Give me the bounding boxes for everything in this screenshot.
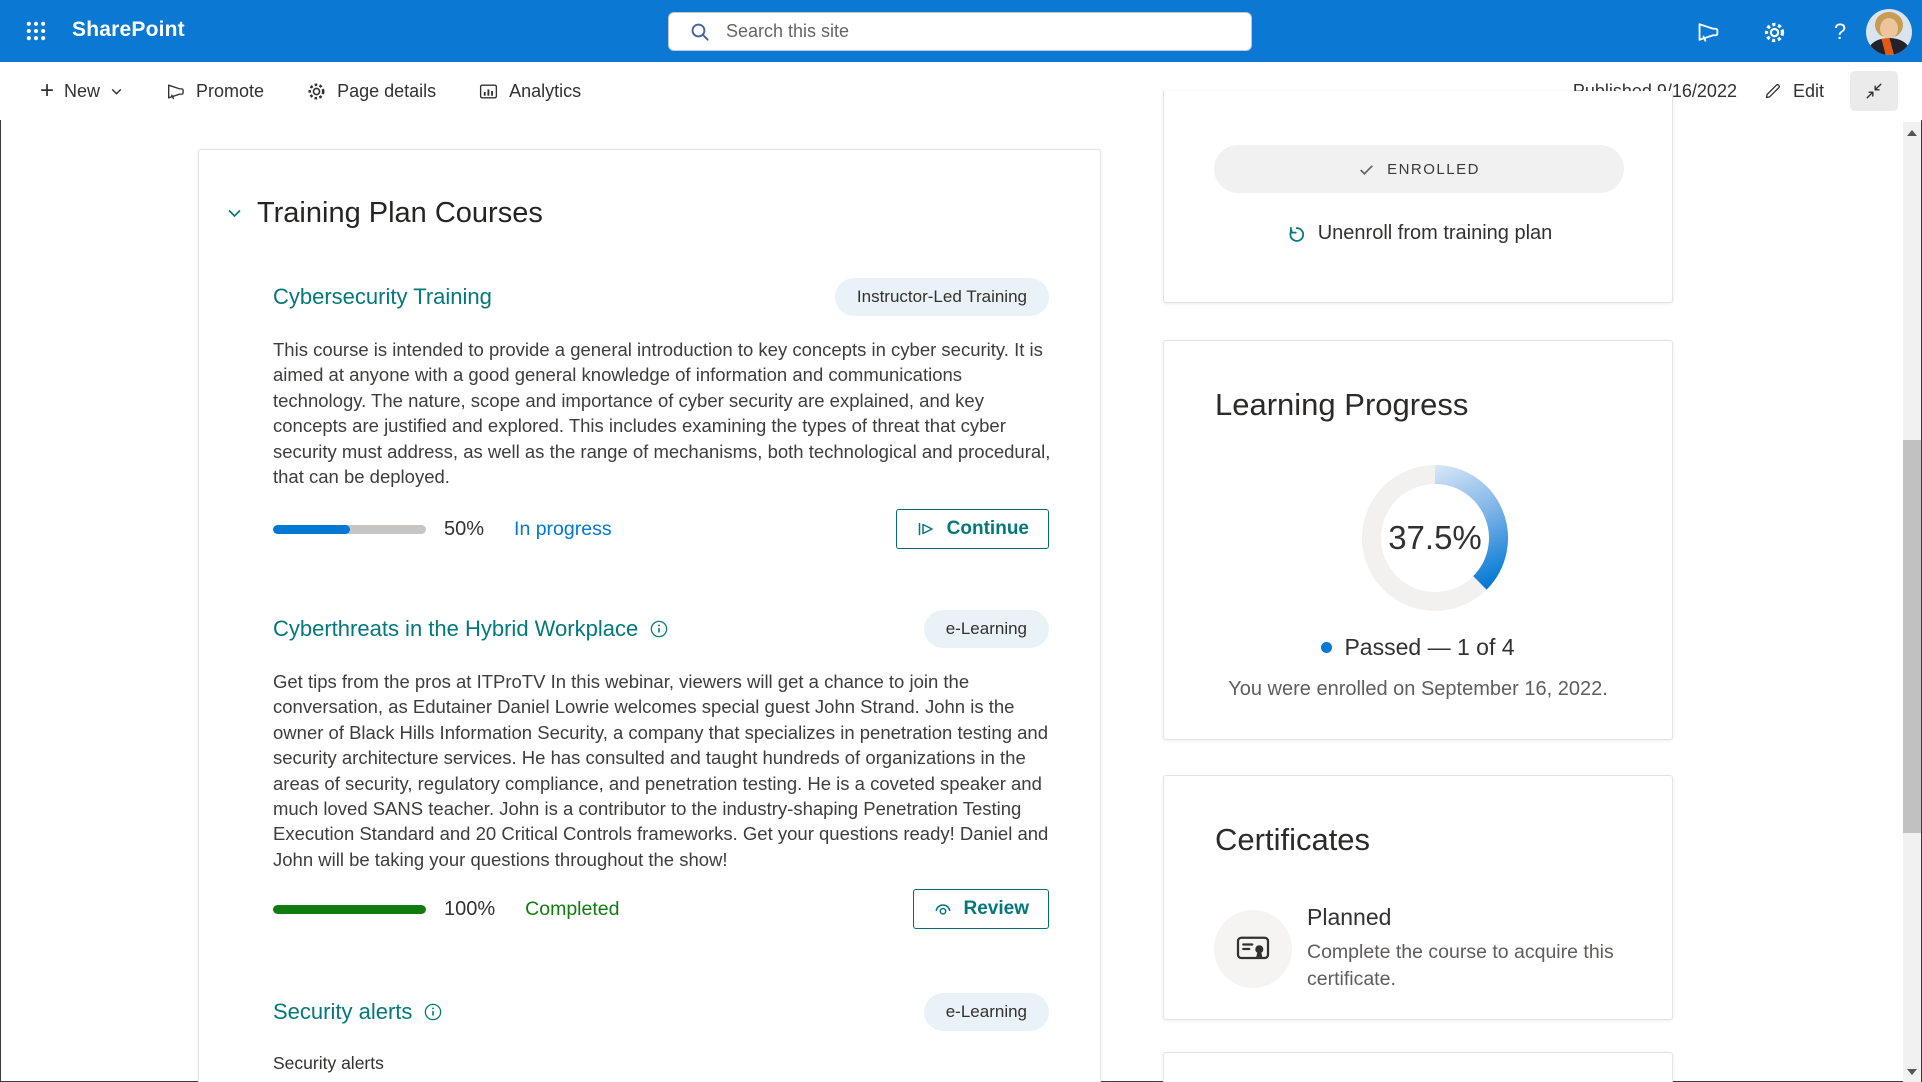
certificate-name: Planned <box>1307 904 1391 931</box>
search-input[interactable] <box>726 21 1237 42</box>
unenroll-link[interactable]: Unenroll from training plan <box>1164 222 1672 245</box>
legend-label: Passed — 1 of 4 <box>1344 634 1514 661</box>
certificate-description: Complete the course to acquire this cert… <box>1307 939 1637 993</box>
progress-percent: 50% <box>444 518 484 541</box>
course-status: In progress <box>514 518 612 541</box>
info-icon[interactable] <box>424 1003 442 1021</box>
vertical-scrollbar[interactable] <box>1903 122 1921 1082</box>
course-status: Completed <box>525 898 619 921</box>
suite-bar: SharePoint ? <box>0 0 1922 62</box>
course-description: This course is intended to provide a gen… <box>273 337 1051 489</box>
sharepoint-page: SharePoint ? <box>0 0 1922 1082</box>
section-chevron-icon[interactable] <box>226 205 243 222</box>
progress-percent: 100% <box>444 898 495 921</box>
progress-legend: Passed — 1 of 4 <box>1164 634 1672 661</box>
course-description: Security alerts <box>273 1053 384 1074</box>
scroll-down-button[interactable] <box>1903 1063 1921 1080</box>
resume-play-icon <box>916 519 936 539</box>
collapse-view-button[interactable] <box>1850 71 1898 111</box>
avatar-face <box>1880 18 1898 39</box>
certificates-card: Certificates Planned Complete the course… <box>1163 775 1673 1020</box>
edit-label: Edit <box>1793 81 1824 102</box>
learning-progress-title: Learning Progress <box>1215 387 1468 423</box>
scrollbar-thumb[interactable] <box>1903 440 1921 833</box>
help-icon[interactable]: ? <box>1827 19 1853 45</box>
course-type-badge: Instructor-Led Training <box>835 278 1049 316</box>
certificate-icon-circle <box>1214 910 1292 988</box>
collapse-arrows-icon <box>1864 81 1884 101</box>
new-label: New <box>64 81 100 102</box>
progress-bar <box>273 905 426 914</box>
course-type-badge: e-Learning <box>924 610 1049 648</box>
course-description: Get tips from the pros at ITProTV In thi… <box>273 669 1051 872</box>
undo-icon <box>1284 223 1306 245</box>
enrolled-label: ENROLLED <box>1387 161 1480 178</box>
progress-bar <box>273 525 426 534</box>
info-icon[interactable] <box>650 620 668 638</box>
next-card-partial <box>1163 1052 1673 1082</box>
training-plan-courses-card: Training Plan Courses Cybersecurity Trai… <box>198 149 1101 1082</box>
course-title-link[interactable]: Cyberthreats in the Hybrid Workplace <box>273 616 638 642</box>
search-icon <box>689 21 711 43</box>
analytics-chart-icon <box>478 81 499 102</box>
progress-donut-chart: 37.5% <box>1355 458 1515 618</box>
review-label: Review <box>964 898 1029 920</box>
continue-button[interactable]: Continue <box>896 509 1049 549</box>
learning-progress-card: Learning Progress 37.5% Passed — 1 of 4 … <box>1163 340 1673 740</box>
course-type-badge: e-Learning <box>924 993 1049 1031</box>
megaphone-icon[interactable] <box>1695 19 1721 45</box>
section-title: Training Plan Courses <box>257 197 543 230</box>
scroll-up-arrow-icon <box>1907 130 1917 136</box>
site-search <box>668 12 1252 51</box>
edit-button[interactable]: Edit <box>1763 81 1824 102</box>
user-avatar[interactable] <box>1866 9 1912 55</box>
settings-gear-icon[interactable] <box>1761 19 1787 45</box>
pencil-icon <box>1763 81 1783 101</box>
page-details-button[interactable]: Page details <box>306 81 436 102</box>
course-title-link[interactable]: Cybersecurity Training <box>273 284 492 310</box>
progress-percent-label: 37.5% <box>1355 458 1515 618</box>
checkmark-icon <box>1358 161 1375 178</box>
preview-eye-icon <box>933 899 953 919</box>
scroll-down-arrow-icon <box>1907 1069 1917 1075</box>
course-title-link[interactable]: Security alerts <box>273 999 412 1025</box>
unenroll-label: Unenroll from training plan <box>1318 222 1553 245</box>
enrolled-status-button[interactable]: ENROLLED <box>1214 145 1624 193</box>
certificate-icon <box>1235 931 1271 967</box>
scroll-up-button[interactable] <box>1903 124 1921 141</box>
app-launcher-waffle-icon[interactable] <box>24 19 48 43</box>
promote-megaphone-icon <box>165 81 186 102</box>
review-button[interactable]: Review <box>913 889 1049 929</box>
promote-label: Promote <box>196 81 264 102</box>
page-details-label: Page details <box>337 81 436 102</box>
progress-bar-fill <box>273 905 426 914</box>
enrollment-card: ENROLLED Unenroll from training plan <box>1163 91 1673 303</box>
app-title[interactable]: SharePoint <box>72 18 185 42</box>
avatar-body <box>1869 38 1909 55</box>
certificates-title: Certificates <box>1215 822 1370 858</box>
continue-label: Continue <box>947 518 1029 540</box>
legend-dot-icon <box>1321 642 1332 653</box>
analytics-label: Analytics <box>509 81 581 102</box>
chevron-down-icon <box>110 85 123 98</box>
new-button[interactable]: + New <box>40 79 123 103</box>
enrollment-note: You were enrolled on September 16, 2022. <box>1164 678 1672 701</box>
page-details-gear-icon <box>306 81 327 102</box>
analytics-button[interactable]: Analytics <box>478 81 581 102</box>
plus-icon: + <box>40 79 54 103</box>
progress-bar-fill <box>273 525 350 534</box>
promote-button[interactable]: Promote <box>165 81 264 102</box>
